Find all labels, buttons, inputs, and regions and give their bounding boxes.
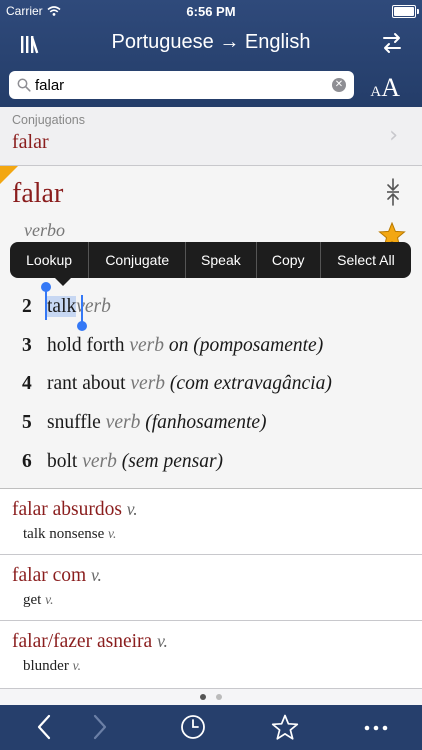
selected-text[interactable]: talk <box>47 296 77 317</box>
phrase-headword: falar/fazer asneira v. <box>12 631 168 653</box>
sense-number: 3 <box>22 335 32 356</box>
translation-pos: v. <box>72 658 81 673</box>
menu-copy[interactable]: Copy <box>257 242 321 278</box>
translation-text: blunder <box>23 658 69 674</box>
status-time: 6:56 PM <box>186 4 236 19</box>
sense-text: bolt verb (sem pensar) <box>47 451 223 473</box>
menu-select-all[interactable]: Select All <box>321 242 411 278</box>
dictionary-entry: falar verbo <box>0 166 422 489</box>
text-size-button[interactable]: AA <box>370 73 400 103</box>
swap-direction-icon[interactable] <box>382 32 402 54</box>
more-icon[interactable] <box>364 725 388 731</box>
translation-pos: v. <box>107 526 117 541</box>
selection-end-bar <box>81 295 83 323</box>
phrase-headword: falar com v. <box>12 565 102 587</box>
phrase-pos: v. <box>126 499 138 519</box>
phrase-row[interactable]: falar com v. get v. <box>0 555 422 621</box>
menu-speak[interactable]: Speak <box>186 242 257 278</box>
translation-pos: v. <box>45 592 54 607</box>
phrase-text: falar com <box>12 565 87 586</box>
sense-grammar: verb <box>82 451 117 472</box>
chevron-right-icon: › <box>389 123 398 148</box>
page-title: Portuguese → English <box>111 31 311 53</box>
sense-number: 2 <box>22 296 32 317</box>
sense-translation[interactable]: hold forth <box>47 335 124 356</box>
conjugations-row[interactable]: Conjugations falar › <box>0 107 422 166</box>
search-icon <box>17 78 31 92</box>
entry-headword: falar <box>12 178 64 209</box>
sense-note: (fanhosamente) <box>145 412 267 433</box>
status-bar: Carrier 6:56 PM <box>0 0 422 22</box>
page-indicator <box>0 689 422 705</box>
bottom-toolbar <box>0 705 422 750</box>
sense-text: snuffle verb (fanhosamente) <box>47 412 267 434</box>
search-bar[interactable]: ✕ <box>9 71 354 99</box>
translation-text: talk nonsense <box>23 526 105 542</box>
favorites-star-icon[interactable] <box>271 714 299 741</box>
phrase-pos: v. <box>91 565 102 585</box>
translation-text: get <box>23 592 42 608</box>
phrase-pos: v. <box>157 631 168 651</box>
sense-number: 6 <box>22 451 32 472</box>
phrase-text: falar absurdos <box>12 499 122 520</box>
menu-conjugate[interactable]: Conjugate <box>89 242 187 278</box>
history-clock-icon[interactable] <box>180 714 206 740</box>
phrase-headword: falar absurdos v. <box>12 499 138 521</box>
title-bar: Portuguese → English <box>0 22 422 64</box>
sense-translation[interactable]: rant about <box>47 373 126 394</box>
conjugations-label: Conjugations <box>12 113 85 127</box>
part-of-speech: verbo <box>24 220 65 240</box>
sense-text: hold forth verb on (pomposamente) <box>47 335 323 357</box>
sense-translation[interactable]: snuffle <box>47 412 101 433</box>
phrase-translation: get v. <box>23 592 53 609</box>
sense-note: (sem pensar) <box>121 451 224 472</box>
sense-number: 5 <box>22 412 32 433</box>
forward-arrow-icon[interactable] <box>92 714 108 740</box>
phrase-translation: blunder v. <box>23 658 81 675</box>
sense-text: rant about verb (com extravagância) <box>47 373 332 395</box>
text-selection-menu: Lookup Conjugate Speak Copy Select All <box>10 242 411 278</box>
sense-text: talkverb <box>47 296 111 318</box>
menu-pointer <box>55 278 71 286</box>
menu-lookup[interactable]: Lookup <box>10 242 90 278</box>
sense-grammar: verb <box>129 335 164 356</box>
selection-start-bar <box>45 290 47 320</box>
battery-icon <box>392 5 419 18</box>
phrase-row[interactable]: falar/fazer asneira v. blunder v. <box>0 621 422 689</box>
search-input[interactable] <box>35 74 325 96</box>
phrase-row[interactable]: falar absurdos v. talk nonsense v. <box>0 489 422 555</box>
phrase-text: falar/fazer asneira <box>12 631 153 652</box>
selection-end-handle[interactable] <box>77 321 87 331</box>
page-dot[interactable] <box>216 694 222 700</box>
sense-grammar: verb <box>105 412 141 433</box>
sense-number: 4 <box>22 373 32 394</box>
page-dot-active[interactable] <box>200 694 206 700</box>
sense-translation[interactable]: bolt <box>47 451 77 472</box>
phrase-translation: talk nonsense v. <box>23 526 116 543</box>
clear-search-icon[interactable]: ✕ <box>332 78 346 92</box>
text-size-big-label: A <box>381 73 400 102</box>
back-arrow-icon[interactable] <box>36 714 52 740</box>
conjugations-word: falar <box>12 131 49 153</box>
collapse-icon[interactable] <box>386 178 400 206</box>
sense-grammar: verb <box>130 373 166 394</box>
sense-note: on (pomposamente) <box>168 335 324 356</box>
sense-note: (com extravagância) <box>169 373 332 394</box>
text-size-small-label: A <box>370 84 382 100</box>
